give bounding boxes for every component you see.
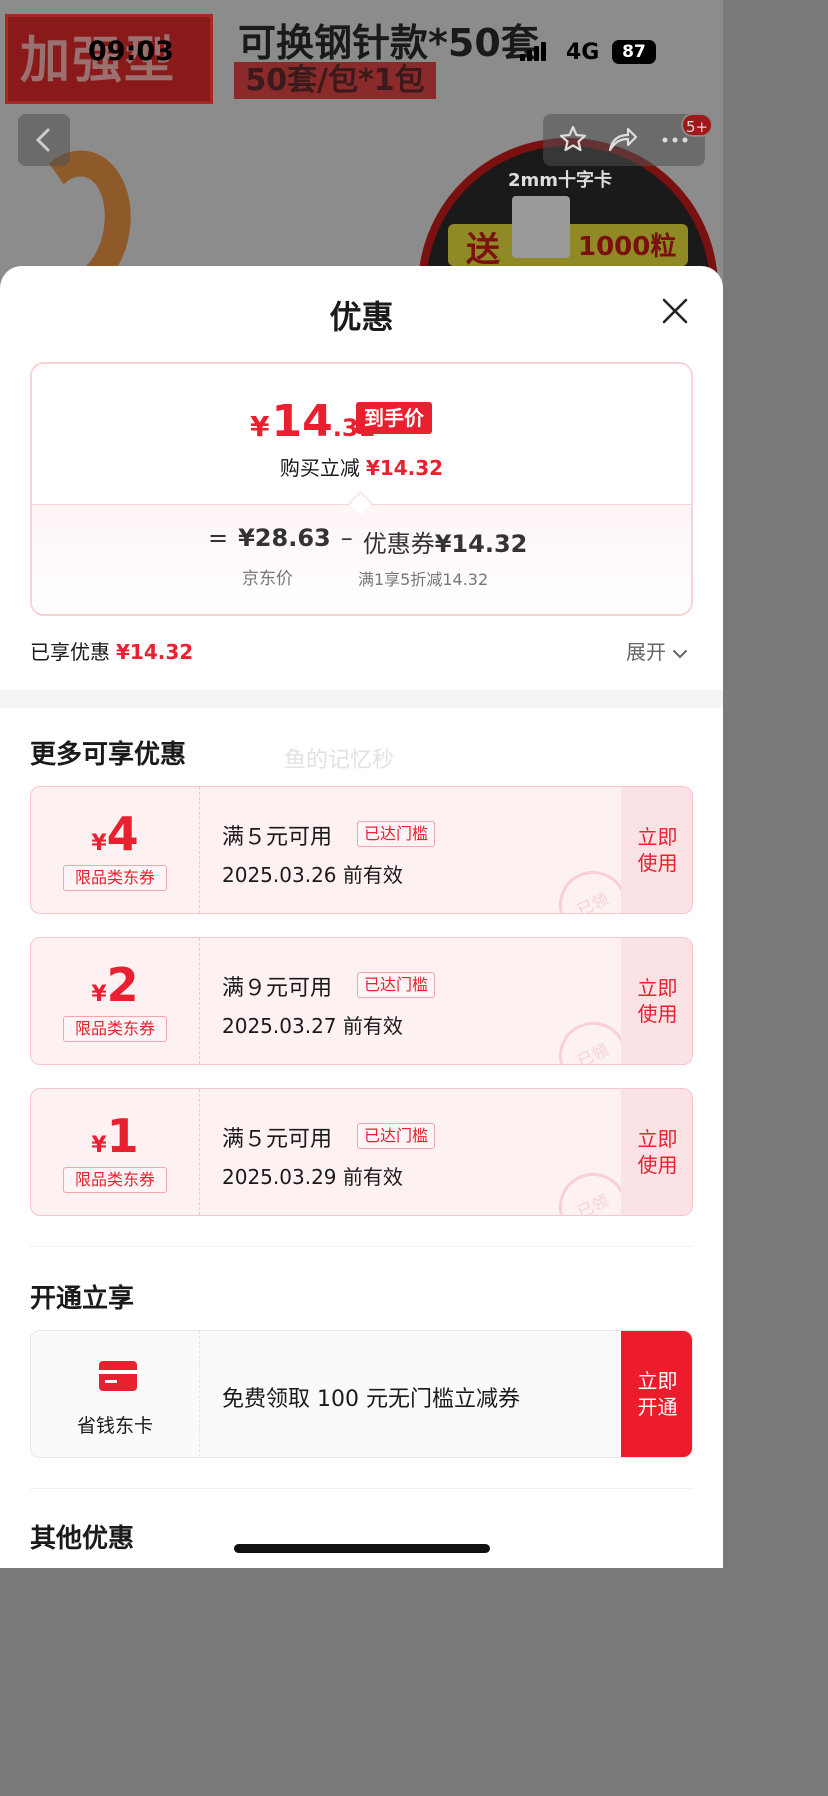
close-icon[interactable] bbox=[660, 296, 690, 326]
product-subtitle: 50套/包*1包 bbox=[234, 62, 436, 99]
battery-icon: 87 bbox=[612, 40, 656, 64]
price-card: ¥ 14 .31 到手价 购买立减 ¥14.32 = ¥28.63 – 优惠券¥1… bbox=[30, 362, 693, 616]
watermark: 鱼的记忆秒 bbox=[284, 748, 395, 773]
promo-count: 1000粒 bbox=[578, 232, 677, 262]
card-icon bbox=[99, 1361, 137, 1391]
message-badge: 5+ bbox=[681, 113, 713, 137]
expand-button[interactable]: 展开 bbox=[626, 636, 688, 665]
coupon-expiry: 2025.03.27 前有效 bbox=[222, 1014, 403, 1038]
open-now-button[interactable]: 立即 开通 bbox=[621, 1331, 692, 1457]
discount-sheet: 优惠 ¥ 14 .31 到手价 购买立减 ¥14.32 = ¥28.63 – 优惠… bbox=[0, 266, 723, 1568]
divider bbox=[30, 1488, 693, 1489]
coupon-condition: 满９元可用 bbox=[222, 976, 333, 1001]
signal-icon bbox=[520, 42, 546, 61]
member-name: 省钱东卡 bbox=[76, 1415, 153, 1437]
coupon-condition: 满５元可用 bbox=[222, 1127, 333, 1152]
chevron-left-icon bbox=[35, 128, 50, 152]
price-formula: = ¥28.63 – 优惠券¥14.32 bbox=[208, 524, 528, 558]
coupon-amount: ¥1 bbox=[91, 1109, 139, 1163]
sheet-title: 优惠 bbox=[329, 298, 394, 336]
coupon-type: 限品类东券 bbox=[63, 865, 167, 891]
chevron-down-icon bbox=[673, 649, 687, 658]
coupon-card: ¥4 限品类东券 满５元可用 已达门槛 2025.03.26 前有效 已领 立即… bbox=[30, 786, 693, 914]
coupon-type: 限品类东券 bbox=[63, 1016, 167, 1042]
instant-discount: 购买立减 ¥14.32 bbox=[279, 456, 444, 480]
share-icon[interactable] bbox=[606, 124, 638, 154]
use-now-button[interactable]: 立即 使用 bbox=[621, 1089, 692, 1215]
promo-label: 2mm十字卡 bbox=[508, 170, 613, 191]
coupon-condition: 满５元可用 bbox=[222, 825, 333, 850]
home-indicator[interactable] bbox=[234, 1544, 490, 1553]
jd-price: ¥28.63 bbox=[238, 524, 331, 552]
coupon-expiry: 2025.03.26 前有效 bbox=[222, 863, 403, 887]
back-button[interactable] bbox=[18, 114, 70, 166]
coupon-expiry: 2025.03.29 前有效 bbox=[222, 1165, 403, 1189]
coupon-amount: ¥2 bbox=[91, 958, 139, 1012]
status-time: 09:03 bbox=[88, 36, 174, 67]
product-title: 可换钢针款*50套 bbox=[238, 21, 539, 65]
member-description: 免费领取 100 元无门槛立减券 bbox=[222, 1387, 520, 1412]
other-discounts-heading: 其他优惠 bbox=[30, 1524, 135, 1554]
section-gap bbox=[0, 690, 723, 708]
promo-send: 送 bbox=[466, 230, 500, 270]
open-enjoy-heading: 开通立享 bbox=[30, 1284, 135, 1314]
threshold-tag: 已达门槛 bbox=[357, 972, 436, 998]
network-type: 4G bbox=[566, 40, 600, 65]
use-now-button[interactable]: 立即 使用 bbox=[621, 787, 692, 913]
coupon-card: ¥1 限品类东券 满５元可用 已达门槛 2025.03.29 前有效 已领 立即… bbox=[30, 1088, 693, 1216]
use-now-button[interactable]: 立即 使用 bbox=[621, 938, 692, 1064]
coupon-amount: ¥4 bbox=[91, 807, 139, 861]
coupon-type: 限品类东券 bbox=[63, 1167, 167, 1193]
divider bbox=[30, 1246, 693, 1247]
coupon-card: ¥2 限品类东券 满９元可用 已达门槛 2025.03.27 前有效 已领 立即… bbox=[30, 937, 693, 1065]
star-icon[interactable] bbox=[558, 124, 588, 154]
spacer-bag-image bbox=[512, 196, 570, 258]
jd-price-label: 京东价 bbox=[242, 569, 293, 589]
enjoyed-discount: 已享优惠 ¥14.32 bbox=[30, 640, 194, 664]
more-discounts-heading: 更多可享优惠 bbox=[30, 740, 187, 770]
coupon-rule: 满1享5折减14.32 bbox=[358, 570, 489, 589]
member-card: 省钱东卡 免费领取 100 元无门槛立减券 立即 开通 bbox=[30, 1330, 693, 1458]
threshold-tag: 已达门槛 bbox=[357, 1123, 436, 1149]
final-price-tag: 到手价 bbox=[356, 402, 432, 434]
threshold-tag: 已达门槛 bbox=[357, 821, 436, 847]
